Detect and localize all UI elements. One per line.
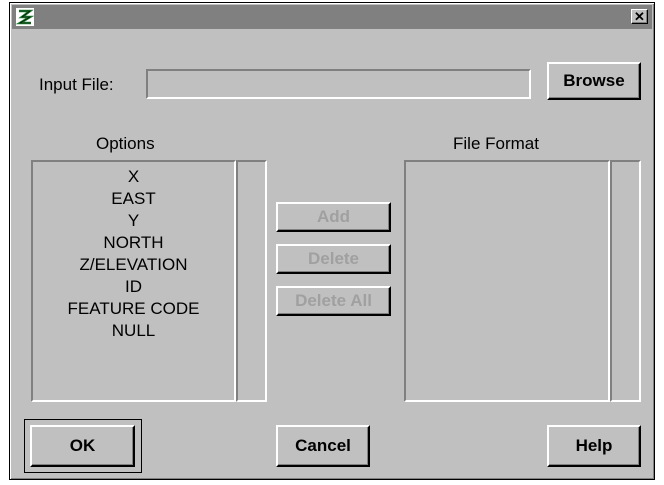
options-list-item[interactable]: X	[33, 166, 234, 188]
file-format-listbox[interactable]	[404, 160, 610, 402]
delete-button[interactable]: Delete	[276, 244, 391, 274]
options-listbox[interactable]: X EAST Y NORTH Z/ELEVATION ID FEATURE CODE NULL	[31, 160, 236, 402]
file-format-scrollbar[interactable]	[610, 160, 641, 402]
browse-button[interactable]: Browse	[547, 62, 641, 100]
input-file-field[interactable]	[146, 69, 531, 99]
app-logo-icon[interactable]	[15, 7, 35, 27]
options-scrollbar[interactable]	[236, 160, 267, 402]
cancel-button[interactable]: Cancel	[276, 425, 370, 467]
file-format-header: File Format	[453, 134, 539, 153]
options-header: Options	[96, 134, 155, 153]
options-list-item[interactable]: ID	[33, 276, 234, 298]
help-button[interactable]: Help	[547, 425, 641, 467]
options-list-item[interactable]: Z/ELEVATION	[33, 254, 234, 276]
dialog-window: ✕ Input File: Browse Options File Format…	[9, 2, 655, 480]
ok-button[interactable]: OK	[30, 425, 135, 467]
add-button[interactable]: Add	[276, 202, 391, 232]
title-bar[interactable]: ✕	[12, 5, 652, 29]
close-icon[interactable]: ✕	[631, 9, 648, 24]
options-list-item[interactable]: Y	[33, 210, 234, 232]
input-file-value	[148, 71, 152, 88]
input-file-label: Input File:	[39, 75, 114, 94]
options-list-item[interactable]: NORTH	[33, 232, 234, 254]
delete-all-button[interactable]: Delete All	[276, 286, 391, 316]
options-list-item[interactable]: NULL	[33, 320, 234, 342]
options-list-item[interactable]: EAST	[33, 188, 234, 210]
options-list-item[interactable]: FEATURE CODE	[33, 298, 234, 320]
